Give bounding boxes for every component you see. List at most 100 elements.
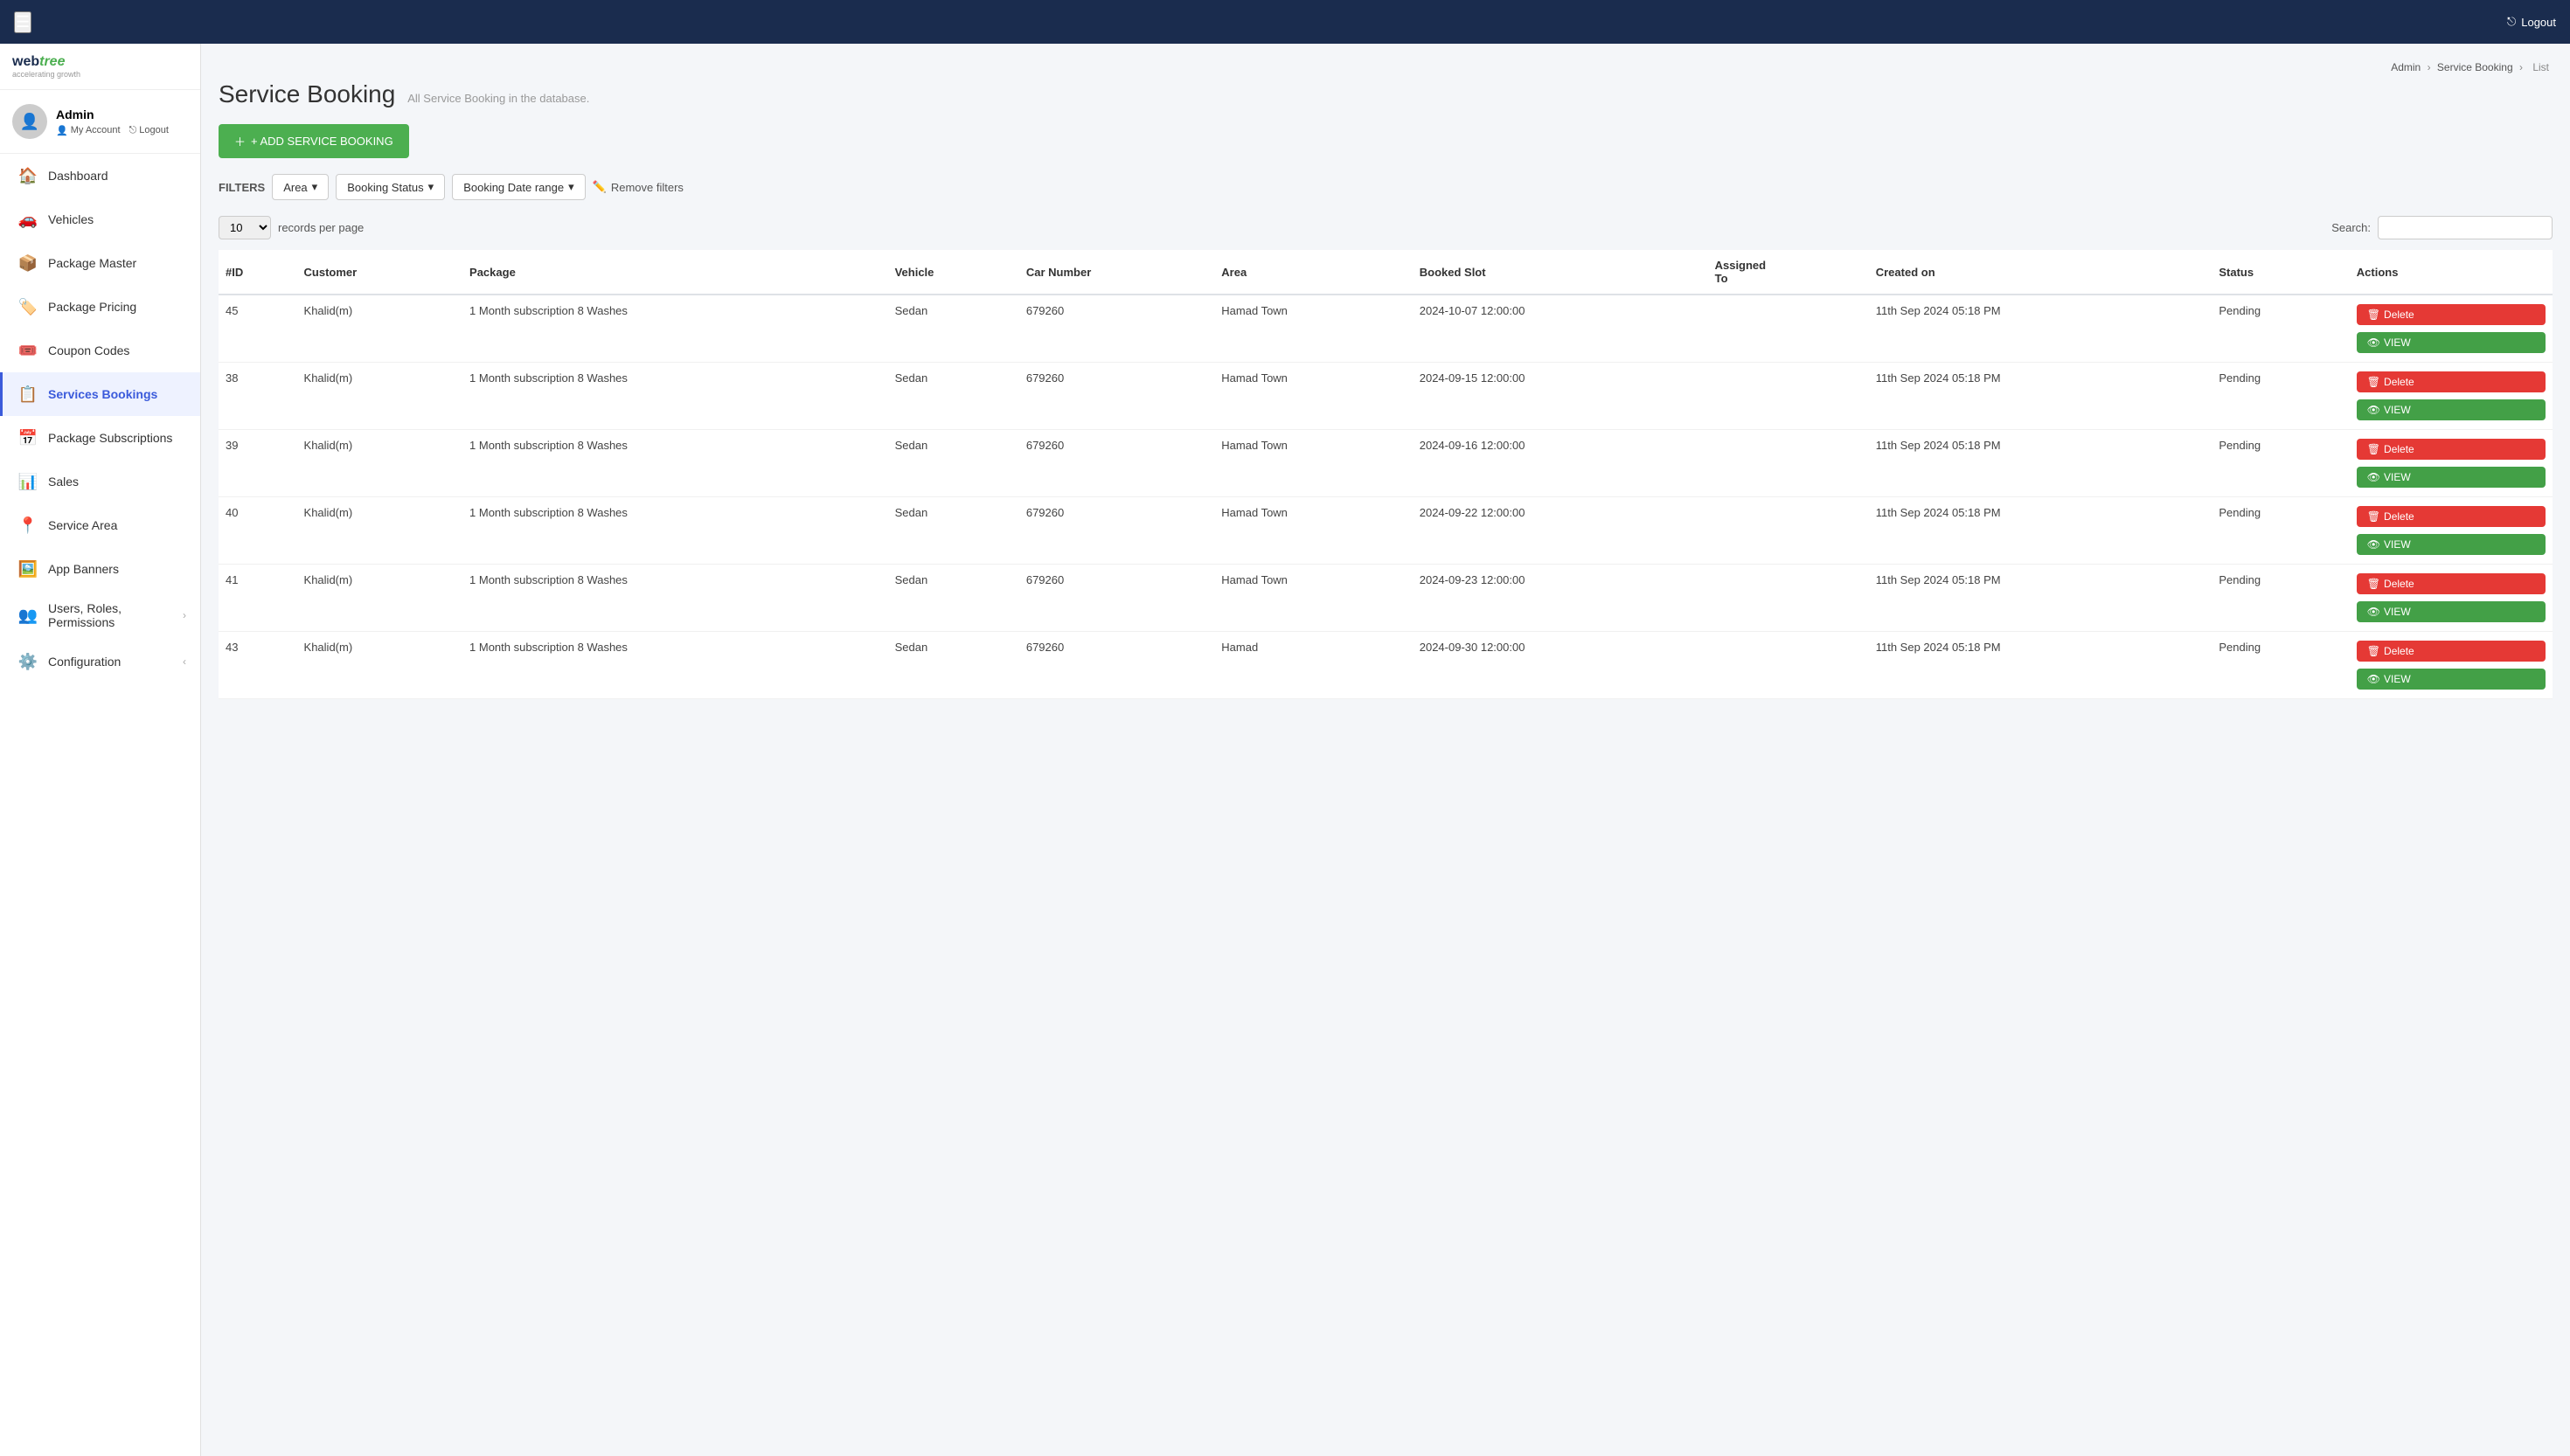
sidebar-item-app-banners[interactable]: 🖼️ App Banners	[0, 547, 200, 591]
trash-icon: 🗑	[2367, 376, 2380, 388]
cell-status: Pending	[2212, 497, 2349, 565]
sidebar-item-services-bookings[interactable]: 📋 Services Bookings	[0, 372, 200, 416]
cell-vehicle: Sedan	[888, 363, 1019, 430]
search-label: Search:	[2331, 221, 2371, 234]
cell-assigned-to	[1708, 430, 1869, 497]
table-row: 41Khalid(m)1 Month subscription 8 Washes…	[219, 565, 2553, 632]
area-chevron-icon: ▾	[312, 180, 318, 194]
cell-booked-slot: 2024-09-23 12:00:00	[1413, 565, 1708, 632]
sidebar-item-package-master[interactable]: 📦 Package Master	[0, 241, 200, 285]
cell-created-on: 11th Sep 2024 05:18 PM	[1869, 363, 2212, 430]
records-per-page-label: records per page	[278, 221, 364, 234]
cell-car-number: 679260	[1019, 497, 1214, 565]
cell-package: 1 Month subscription 8 Washes	[462, 295, 888, 363]
delete-button-38[interactable]: 🗑 Delete	[2357, 371, 2546, 392]
top-navbar: ☰ ⎋ Logout	[0, 0, 2570, 44]
sales-icon: 📊	[17, 470, 39, 493]
logout-button[interactable]: ⎋ Logout	[2507, 15, 2556, 29]
delete-button-39[interactable]: 🗑 Delete	[2357, 439, 2546, 460]
sidebar-item-sales[interactable]: 📊 Sales	[0, 460, 200, 503]
booking-date-range-filter-button[interactable]: Booking Date range ▾	[452, 174, 585, 200]
sidebar-item-dashboard[interactable]: 🏠 Dashboard	[0, 154, 200, 198]
cell--id: 41	[219, 565, 297, 632]
cell-status: Pending	[2212, 363, 2349, 430]
cell-created-on: 11th Sep 2024 05:18 PM	[1869, 497, 2212, 565]
delete-button-43[interactable]: 🗑 Delete	[2357, 641, 2546, 662]
sidebar-item-users-roles-permissions[interactable]: 👥 Users, Roles, Permissions ›	[0, 591, 200, 640]
cell-assigned-to	[1708, 565, 1869, 632]
hamburger-button[interactable]: ☰	[14, 11, 31, 33]
table-controls: 102550100 records per page Search:	[219, 216, 2553, 239]
cell-package: 1 Month subscription 8 Washes	[462, 632, 888, 699]
remove-filters-button[interactable]: ✏️ Remove filters	[593, 180, 684, 194]
view-button-40[interactable]: 👁 VIEW	[2357, 534, 2546, 555]
app-tagline: accelerating growth	[12, 70, 188, 79]
actions-cell: 🗑 Delete 👁 VIEW	[2350, 632, 2553, 699]
view-button-38[interactable]: 👁 VIEW	[2357, 399, 2546, 420]
cell-vehicle: Sedan	[888, 565, 1019, 632]
cell-area: Hamad	[1214, 632, 1412, 699]
booking-status-filter-button[interactable]: Booking Status ▾	[336, 174, 445, 200]
page-title: Service Booking	[219, 80, 395, 107]
cell-customer: Khalid(m)	[297, 430, 463, 497]
filters-bar: FILTERS Area ▾ Booking Status ▾ Booking …	[219, 174, 2553, 200]
logout-icon: ⎋	[2507, 15, 2516, 29]
cell-status: Pending	[2212, 430, 2349, 497]
actions-cell: 🗑 Delete 👁 VIEW	[2350, 430, 2553, 497]
view-button-39[interactable]: 👁 VIEW	[2357, 467, 2546, 488]
cell-vehicle: Sedan	[888, 430, 1019, 497]
sidebar-nav: 🏠 Dashboard 🚗 Vehicles 📦 Package Master …	[0, 154, 200, 683]
search-input[interactable]	[2378, 216, 2553, 239]
cell--id: 45	[219, 295, 297, 363]
cell--id: 38	[219, 363, 297, 430]
breadcrumb-service-booking[interactable]: Service Booking	[2437, 61, 2513, 73]
col-header-vehicle: Vehicle	[888, 250, 1019, 295]
eye-icon: 👁	[2367, 673, 2380, 685]
table-row: 45Khalid(m)1 Month subscription 8 Washes…	[219, 295, 2553, 363]
users-roles-permissions-arrow: ›	[183, 609, 186, 621]
col-header-car-number: Car Number	[1019, 250, 1214, 295]
cell-status: Pending	[2212, 565, 2349, 632]
cell--id: 43	[219, 632, 297, 699]
col-header-package: Package	[462, 250, 888, 295]
sidebar-item-package-pricing[interactable]: 🏷️ Package Pricing	[0, 285, 200, 329]
sidebar-item-package-subscriptions[interactable]: 📅 Package Subscriptions	[0, 416, 200, 460]
page-subtitle: All Service Booking in the database.	[407, 92, 589, 105]
table-row: 38Khalid(m)1 Month subscription 8 Washes…	[219, 363, 2553, 430]
cell-booked-slot: 2024-09-15 12:00:00	[1413, 363, 1708, 430]
eye-icon: 👁	[2367, 538, 2380, 551]
eye-icon: 👁	[2367, 336, 2380, 349]
cell-package: 1 Month subscription 8 Washes	[462, 497, 888, 565]
package-subscriptions-icon: 📅	[17, 426, 39, 449]
sidebar-item-service-area[interactable]: 📍 Service Area	[0, 503, 200, 547]
cell-booked-slot: 2024-09-16 12:00:00	[1413, 430, 1708, 497]
logout-small-icon: ⎋	[129, 125, 137, 136]
person-icon: 👤	[56, 125, 68, 136]
view-button-45[interactable]: 👁 VIEW	[2357, 332, 2546, 353]
view-button-41[interactable]: 👁 VIEW	[2357, 601, 2546, 622]
sidebar-logout-link[interactable]: ⎋ Logout	[129, 125, 169, 136]
data-table: #IDCustomerPackageVehicleCar NumberAreaB…	[219, 250, 2553, 699]
delete-button-40[interactable]: 🗑 Delete	[2357, 506, 2546, 527]
view-button-43[interactable]: 👁 VIEW	[2357, 669, 2546, 690]
delete-button-41[interactable]: 🗑 Delete	[2357, 573, 2546, 594]
cell-car-number: 679260	[1019, 295, 1214, 363]
sidebar-item-vehicles[interactable]: 🚗 Vehicles	[0, 198, 200, 241]
add-service-booking-button[interactable]: ＋ + ADD SERVICE BOOKING	[219, 124, 409, 158]
delete-button-45[interactable]: 🗑 Delete	[2357, 304, 2546, 325]
col-header-area: Area	[1214, 250, 1412, 295]
my-account-link[interactable]: 👤 My Account	[56, 125, 121, 136]
search-bar: Search:	[2331, 216, 2553, 239]
page-header: Service Booking All Service Booking in t…	[219, 80, 2553, 108]
cell-vehicle: Sedan	[888, 295, 1019, 363]
area-filter-button[interactable]: Area ▾	[272, 174, 329, 200]
breadcrumb-admin[interactable]: Admin	[2391, 61, 2421, 73]
sidebar-item-configuration[interactable]: ⚙️ Configuration ‹	[0, 640, 200, 683]
records-per-page-select[interactable]: 102550100	[219, 216, 271, 239]
sidebar-item-coupon-codes[interactable]: 🎟️ Coupon Codes	[0, 329, 200, 372]
filters-label: FILTERS	[219, 181, 265, 194]
avatar: 👤	[12, 104, 47, 139]
col-header-status: Status	[2212, 250, 2349, 295]
user-info: Admin 👤 My Account ⎋ Logout	[56, 107, 169, 136]
breadcrumb-list: List	[2532, 61, 2549, 73]
